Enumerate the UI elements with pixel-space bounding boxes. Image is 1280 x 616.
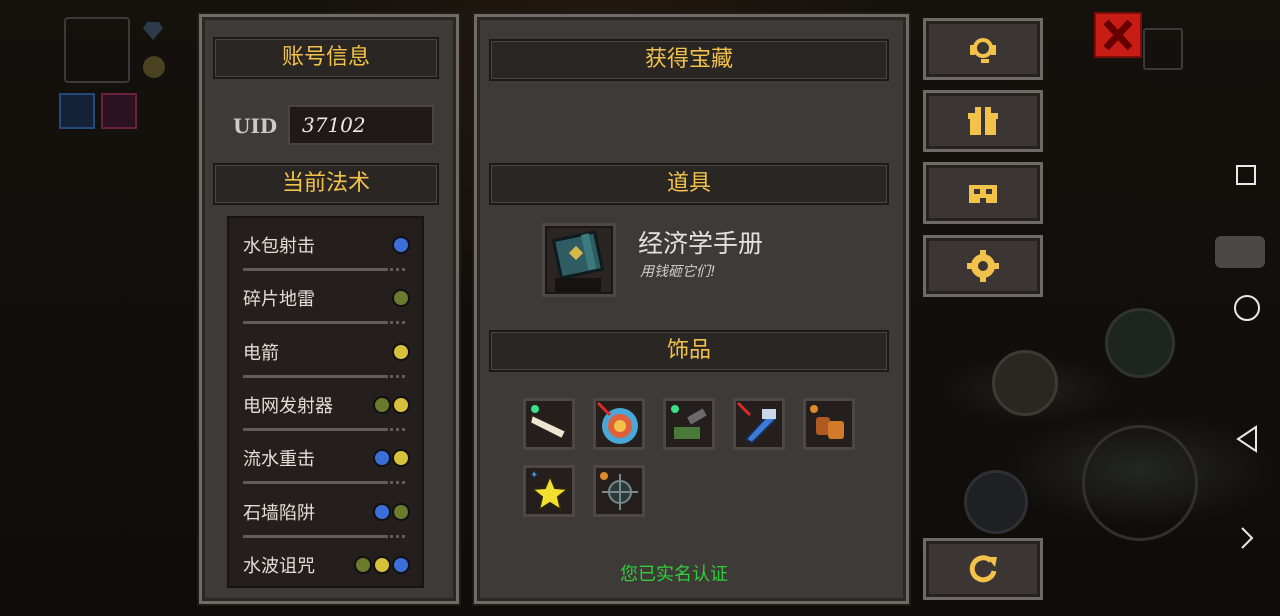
earth-element-icon [373, 395, 391, 414]
water-element-icon [392, 555, 410, 574]
home-button[interactable] [1234, 295, 1260, 321]
thunder-element-icon [392, 449, 410, 468]
earth-element-icon [354, 555, 372, 574]
spell-item[interactable]: 电网发射器 [243, 386, 410, 439]
spell-elements [392, 236, 410, 254]
spell-name: 碎片地雷 [243, 289, 315, 311]
blue-hammer-icon[interactable] [733, 398, 785, 450]
account-header: 账号信息 [213, 37, 439, 79]
mask-icon [969, 185, 997, 203]
divider-dots [390, 481, 408, 485]
thunder-element-icon [392, 342, 410, 361]
water-element-icon [392, 236, 410, 254]
spell-name: 水包射击 [243, 236, 315, 257]
skill-icon[interactable] [992, 350, 1058, 416]
divider-dots [390, 534, 408, 538]
spell-elements [392, 342, 410, 361]
thunder-element-icon [373, 555, 391, 574]
spell-name: 电网发射器 [243, 395, 333, 417]
spell-elements [373, 395, 410, 414]
orange-gloves-icon[interactable] [803, 398, 855, 450]
spell-elements [373, 502, 410, 521]
item-description: 用钱砸它们! [640, 264, 716, 280]
thunder-element-icon [392, 395, 410, 414]
spell-item[interactable]: 电箭 [243, 333, 410, 386]
divider [243, 481, 388, 485]
debuff-icon [101, 93, 137, 129]
treasure-header: 获得宝藏 [489, 39, 889, 81]
divider-dots [390, 321, 408, 325]
accessories-header: 饰品 [489, 330, 889, 372]
uid-value: 37102 [288, 105, 434, 145]
divider-dots [390, 427, 408, 431]
economics-handbook-icon[interactable] [542, 223, 616, 297]
refresh-button[interactable] [923, 538, 1043, 600]
recent-apps-button[interactable] [1236, 165, 1256, 185]
green-cannon-icon[interactable] [663, 398, 715, 450]
spell-name: 水波诅咒 [243, 555, 315, 577]
water-element-icon [373, 449, 391, 468]
earth-element-icon [392, 502, 410, 521]
divider [243, 374, 388, 378]
account-panel: 账号信息 UID 37102 当前法术 水包射击碎片地雷电箭电网发射器流水重击石… [199, 14, 459, 604]
spell-name: 石墙陷阱 [243, 502, 315, 524]
chevron-right-icon [1241, 527, 1254, 549]
treasure-panel: 获得宝藏 道具 经济学手册 用钱砸它们! 饰品 ✦ 您已实名认证 [474, 14, 909, 604]
props-header: 道具 [489, 163, 889, 205]
spiked-mine-icon[interactable] [593, 465, 645, 517]
back-button[interactable] [1236, 425, 1260, 457]
weapon-icon[interactable] [1105, 308, 1175, 378]
refresh-icon [969, 555, 997, 583]
shop-cart-icon[interactable] [1143, 28, 1183, 70]
settings-button[interactable] [923, 235, 1043, 297]
uid-label: UID [233, 114, 278, 138]
buff-icon [59, 93, 95, 129]
target-icon[interactable] [593, 398, 645, 450]
coin-icon [143, 56, 165, 78]
bone-club-icon[interactable] [523, 398, 575, 450]
item-name: 经济学手册 [638, 229, 764, 258]
chat-icon[interactable] [1215, 236, 1265, 268]
spell-name: 电箭 [243, 342, 279, 364]
mask-button[interactable] [923, 162, 1043, 224]
settings-gear-icon [967, 250, 999, 282]
divider [243, 534, 388, 538]
spell-item[interactable]: 石墙陷阱 [243, 493, 410, 546]
water-element-icon [373, 502, 391, 521]
spell-list[interactable]: 水包射击碎片地雷电箭电网发射器流水重击石墙陷阱水波诅咒 [227, 216, 424, 588]
attack-joystick[interactable] [1082, 425, 1198, 541]
verified-status: 您已实名认证 [620, 564, 728, 585]
element-icon[interactable] [964, 470, 1028, 534]
support-headset-icon [970, 38, 996, 63]
divider [243, 321, 388, 325]
gift-icon [968, 107, 998, 135]
yellow-star-icon[interactable]: ✦ [523, 465, 575, 517]
expand-button[interactable] [1240, 526, 1254, 554]
spell-elements [392, 289, 410, 308]
spells-header: 当前法术 [213, 163, 439, 205]
gift-button[interactable] [923, 90, 1043, 152]
character-portrait [64, 17, 130, 83]
spell-item[interactable]: 水波诅咒 [243, 546, 410, 586]
spell-name: 流水重击 [243, 449, 315, 471]
divider [243, 427, 388, 431]
spell-elements [354, 555, 410, 574]
spell-item[interactable]: 碎片地雷 [243, 279, 410, 332]
support-button[interactable] [923, 18, 1043, 80]
divider-dots [390, 374, 408, 378]
back-icon [1236, 425, 1257, 453]
svg-text:✦: ✦ [530, 470, 538, 481]
close-icon[interactable] [1094, 12, 1142, 58]
spell-item[interactable]: 流水重击 [243, 439, 410, 492]
earth-element-icon [392, 289, 410, 308]
divider [243, 268, 388, 271]
divider-dots [390, 268, 408, 271]
spell-elements [373, 449, 410, 468]
spell-item[interactable]: 水包射击 [243, 226, 410, 279]
